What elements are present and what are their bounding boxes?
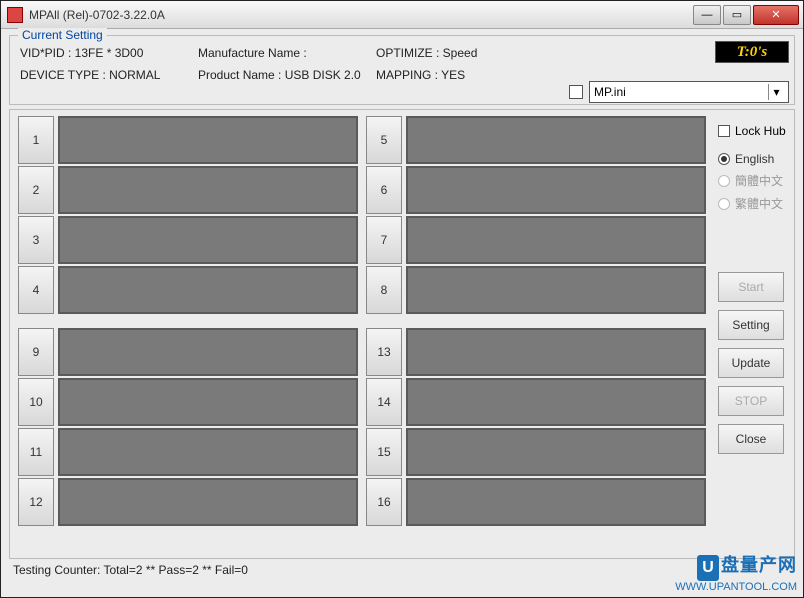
slot-row: 12 bbox=[14, 478, 362, 526]
slots-area: 1234 5678 9101112 13141516 bbox=[14, 116, 710, 552]
lang-english-radio[interactable] bbox=[718, 153, 730, 165]
slot-button-14[interactable]: 14 bbox=[366, 378, 402, 426]
slot-display-5 bbox=[406, 116, 706, 164]
slot-display-14 bbox=[406, 378, 706, 426]
slot-button-3[interactable]: 3 bbox=[18, 216, 54, 264]
setting-button[interactable]: Setting bbox=[718, 310, 784, 340]
stop-button[interactable]: STOP bbox=[718, 386, 784, 416]
slot-display-10 bbox=[58, 378, 358, 426]
sidebar: Lock Hub English 簡體中文 繁體中文 Start Setting bbox=[710, 116, 790, 552]
slot-row: 15 bbox=[362, 428, 710, 476]
slot-button-5[interactable]: 5 bbox=[366, 116, 402, 164]
app-window: MPAll (Rel)-0702-3.22.0A — ▭ ✕ Current S… bbox=[0, 0, 804, 598]
maximize-button[interactable]: ▭ bbox=[723, 5, 751, 25]
ini-checkbox[interactable] bbox=[569, 85, 583, 99]
dropdown-icon: ▾ bbox=[768, 84, 784, 100]
slot-display-16 bbox=[406, 478, 706, 526]
slot-button-2[interactable]: 2 bbox=[18, 166, 54, 214]
slot-button-13[interactable]: 13 bbox=[366, 328, 402, 376]
timer-display: T:0's bbox=[715, 41, 789, 63]
optimize-label: OPTIMIZE : Speed bbox=[376, 42, 554, 64]
vid-pid-label: VID*PID : 13FE * 3D00 bbox=[20, 42, 198, 64]
slot-display-8 bbox=[406, 266, 706, 314]
slot-display-2 bbox=[58, 166, 358, 214]
slot-row: 13 bbox=[362, 328, 710, 376]
slot-display-3 bbox=[58, 216, 358, 264]
slot-button-15[interactable]: 15 bbox=[366, 428, 402, 476]
slot-row: 16 bbox=[362, 478, 710, 526]
slot-display-1 bbox=[58, 116, 358, 164]
slot-display-13 bbox=[406, 328, 706, 376]
slot-button-7[interactable]: 7 bbox=[366, 216, 402, 264]
slot-display-9 bbox=[58, 328, 358, 376]
slot-button-9[interactable]: 9 bbox=[18, 328, 54, 376]
close-button[interactable]: Close bbox=[718, 424, 784, 454]
slot-display-15 bbox=[406, 428, 706, 476]
slot-button-1[interactable]: 1 bbox=[18, 116, 54, 164]
slot-button-12[interactable]: 12 bbox=[18, 478, 54, 526]
update-button[interactable]: Update bbox=[718, 348, 784, 378]
slot-row: 1 bbox=[14, 116, 362, 164]
slot-row: 7 bbox=[362, 216, 710, 264]
product-name-label: Product Name : USB DISK 2.0 bbox=[198, 64, 376, 86]
slot-display-7 bbox=[406, 216, 706, 264]
lock-hub-label: Lock Hub bbox=[735, 124, 786, 138]
slot-row: 11 bbox=[14, 428, 362, 476]
slot-display-4 bbox=[58, 266, 358, 314]
device-type-label: DEVICE TYPE : NORMAL bbox=[20, 64, 198, 86]
slot-button-11[interactable]: 11 bbox=[18, 428, 54, 476]
slot-display-6 bbox=[406, 166, 706, 214]
lang-sc-radio[interactable] bbox=[718, 175, 730, 187]
watermark-url: WWW.UPANTOOL.COM bbox=[675, 581, 797, 593]
minimize-button[interactable]: — bbox=[693, 5, 721, 25]
lang-tc-label: 繁體中文 bbox=[735, 195, 783, 212]
current-setting-legend: Current Setting bbox=[18, 28, 107, 42]
slot-row: 6 bbox=[362, 166, 710, 214]
window-close-button[interactable]: ✕ bbox=[753, 5, 799, 25]
app-icon bbox=[7, 7, 23, 23]
lang-sc-label: 簡體中文 bbox=[735, 172, 783, 189]
slot-button-4[interactable]: 4 bbox=[18, 266, 54, 314]
start-button[interactable]: Start bbox=[718, 272, 784, 302]
slot-button-16[interactable]: 16 bbox=[366, 478, 402, 526]
slot-row: 9 bbox=[14, 328, 362, 376]
slot-row: 4 bbox=[14, 266, 362, 314]
slot-row: 8 bbox=[362, 266, 710, 314]
slot-row: 5 bbox=[362, 116, 710, 164]
slot-row: 2 bbox=[14, 166, 362, 214]
client-area: Current Setting VID*PID : 13FE * 3D00 DE… bbox=[1, 29, 803, 597]
titlebar[interactable]: MPAll (Rel)-0702-3.22.0A — ▭ ✕ bbox=[1, 1, 803, 29]
slot-row: 3 bbox=[14, 216, 362, 264]
ini-select[interactable]: MP.ini ▾ bbox=[589, 81, 789, 103]
slot-row: 14 bbox=[362, 378, 710, 426]
main-panel: 1234 5678 9101112 13141516 Lock Hub Engl… bbox=[9, 109, 795, 559]
window-title: MPAll (Rel)-0702-3.22.0A bbox=[29, 8, 691, 22]
slot-button-6[interactable]: 6 bbox=[366, 166, 402, 214]
slot-display-11 bbox=[58, 428, 358, 476]
lock-hub-checkbox[interactable] bbox=[718, 125, 730, 137]
ini-value: MP.ini bbox=[594, 85, 626, 99]
manufacture-name-label: Manufacture Name : bbox=[198, 42, 376, 64]
status-bar: Testing Counter: Total=2 ** Pass=2 ** Fa… bbox=[9, 559, 795, 577]
lang-tc-radio[interactable] bbox=[718, 198, 730, 210]
lang-english-label: English bbox=[735, 152, 774, 166]
slot-button-8[interactable]: 8 bbox=[366, 266, 402, 314]
slot-button-10[interactable]: 10 bbox=[18, 378, 54, 426]
mapping-label: MAPPING : YES bbox=[376, 64, 554, 86]
slot-row: 10 bbox=[14, 378, 362, 426]
slot-display-12 bbox=[58, 478, 358, 526]
